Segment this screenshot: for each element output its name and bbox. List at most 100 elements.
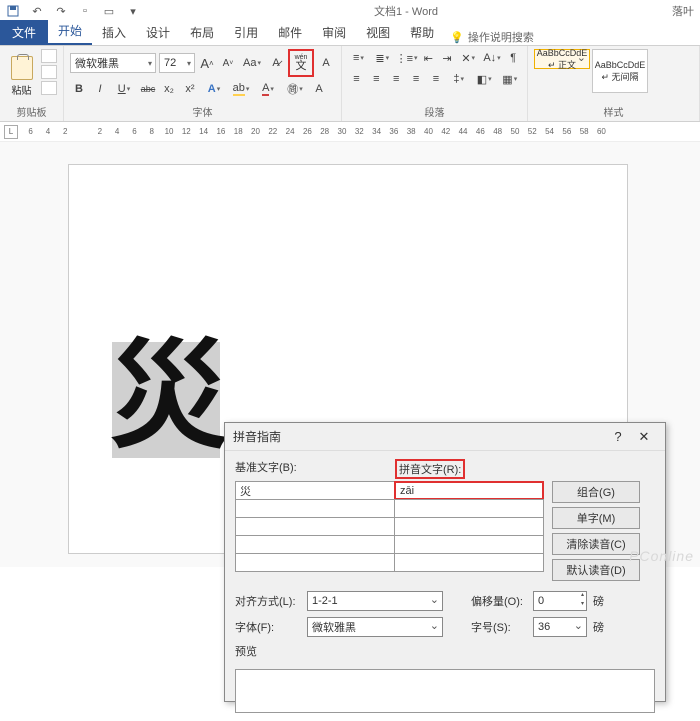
- tell-me-search[interactable]: 💡 操作说明搜索: [450, 29, 534, 45]
- document-area: 災 拼音指南 ? ✕ 基准文字(B): 拼音文字(R): 災: [0, 142, 700, 567]
- borders-button[interactable]: ▦▾: [498, 70, 521, 88]
- cut-icon[interactable]: [41, 49, 57, 63]
- bold-button[interactable]: B: [70, 80, 88, 98]
- superscript-button[interactable]: x²: [181, 80, 199, 98]
- grow-font-button[interactable]: A˄: [198, 54, 216, 72]
- ruby-text-label: 拼音文字(R):: [399, 464, 461, 476]
- phonetic-guide-button[interactable]: wén 文: [292, 51, 310, 75]
- phonetic-guide-dialog: 拼音指南 ? ✕ 基准文字(B): 拼音文字(R): 災 zāi: [224, 422, 666, 702]
- base-text-input-4[interactable]: [235, 535, 395, 554]
- tab-review[interactable]: 审阅: [312, 20, 356, 45]
- clear-format-button[interactable]: A̷: [267, 54, 285, 72]
- group-label-paragraph: 段落: [342, 104, 527, 119]
- single-button[interactable]: 单字(M): [552, 507, 640, 529]
- group-label-clipboard: 剪贴板: [0, 104, 63, 119]
- base-text-input-5[interactable]: [235, 553, 395, 572]
- ribbon: 粘贴 剪贴板 微软雅黑 72 A˄ A˅ Aa▾ A̷ wén: [0, 46, 700, 122]
- offset-input[interactable]: 0: [533, 591, 587, 611]
- paste-label: 粘贴: [12, 82, 32, 97]
- qat-icon[interactable]: ▫: [78, 4, 92, 18]
- qat-icon[interactable]: ▭: [102, 4, 116, 18]
- line-spacing-button[interactable]: ‡▾: [447, 70, 470, 88]
- align-left-button[interactable]: ≡: [348, 70, 365, 88]
- multilevel-button[interactable]: ⋮≡▾: [396, 49, 418, 67]
- tab-references[interactable]: 引用: [224, 20, 268, 45]
- tab-layout[interactable]: 布局: [180, 20, 224, 45]
- change-case-button[interactable]: Aa▾: [240, 54, 264, 72]
- group-label-styles: 样式: [528, 104, 699, 119]
- style-preview: AaBbCcDdE: [595, 60, 646, 70]
- decrease-indent-button[interactable]: ⇤: [421, 49, 437, 67]
- base-text-input-3[interactable]: [235, 517, 395, 536]
- size-select[interactable]: 36: [533, 617, 587, 637]
- user-name: 落叶: [672, 3, 694, 19]
- undo-icon[interactable]: ↶: [30, 4, 44, 18]
- strike-button[interactable]: abc: [139, 80, 157, 98]
- alignment-select[interactable]: 1-2-1: [307, 591, 443, 611]
- asian-layout-button[interactable]: ✕▾: [458, 49, 479, 67]
- numbering-button[interactable]: ≣▾: [372, 49, 393, 67]
- default-reading-button[interactable]: 默认读音(D): [552, 559, 640, 581]
- clear-reading-button[interactable]: 清除读音(C): [552, 533, 640, 555]
- tab-design[interactable]: 设计: [136, 20, 180, 45]
- group-label-font: 字体: [64, 104, 341, 119]
- shrink-font-button[interactable]: A˅: [219, 54, 237, 72]
- increase-indent-button[interactable]: ⇥: [439, 49, 455, 67]
- font-label: 字体(F):: [235, 619, 301, 635]
- justify-button[interactable]: ≡: [408, 70, 425, 88]
- base-text-input-2[interactable]: [235, 499, 395, 518]
- tab-help[interactable]: 帮助: [400, 20, 444, 45]
- style-name: ↵ 无间隔: [601, 70, 638, 83]
- dialog-titlebar[interactable]: 拼音指南 ? ✕: [225, 423, 665, 451]
- tab-selector[interactable]: L: [4, 125, 18, 139]
- shading-button[interactable]: ◧▾: [473, 70, 496, 88]
- save-icon[interactable]: [6, 4, 20, 18]
- highlight-button[interactable]: ab▾: [229, 80, 253, 98]
- ruby-text-input-5[interactable]: [394, 553, 544, 572]
- subscript-button[interactable]: x₂: [160, 80, 178, 98]
- char-border-button[interactable]: A: [317, 54, 335, 72]
- underline-button[interactable]: U▾: [112, 80, 136, 98]
- tab-home[interactable]: 开始: [48, 18, 92, 45]
- copy-icon[interactable]: [41, 65, 57, 79]
- style-normal[interactable]: AaBbCcDdE ↵ 正文: [534, 49, 590, 69]
- dialog-close-button[interactable]: ✕: [631, 429, 657, 445]
- distribute-button[interactable]: ≡: [428, 70, 445, 88]
- tab-mailings[interactable]: 邮件: [268, 20, 312, 45]
- title-bar: ↶ ↷ ▫ ▭ ▾ 文档1 - Word 落叶: [0, 0, 700, 22]
- phonetic-guide-button-highlight: wén 文: [288, 49, 314, 77]
- redo-icon[interactable]: ↷: [54, 4, 68, 18]
- dialog-title: 拼音指南: [233, 428, 281, 445]
- ruby-text-input-3[interactable]: [394, 517, 544, 536]
- align-right-button[interactable]: ≡: [388, 70, 405, 88]
- tab-file[interactable]: 文件: [0, 20, 48, 45]
- ruby-text-input-2[interactable]: [394, 499, 544, 518]
- ruby-text-input-4[interactable]: [394, 535, 544, 554]
- char-shading-button[interactable]: A: [310, 80, 328, 98]
- ribbon-tabs: 文件 开始 插入 设计 布局 引用 邮件 审阅 视图 帮助 💡 操作说明搜索: [0, 22, 700, 46]
- italic-button[interactable]: I: [91, 80, 109, 98]
- sort-button[interactable]: A↓▾: [482, 49, 503, 67]
- text-effects-button[interactable]: A▾: [202, 80, 226, 98]
- dialog-help-button[interactable]: ?: [605, 429, 631, 444]
- bullets-button[interactable]: ≡▾: [348, 49, 369, 67]
- tab-view[interactable]: 视图: [356, 20, 400, 45]
- show-marks-button[interactable]: ¶: [505, 49, 521, 67]
- font-size-combo[interactable]: 72: [159, 53, 195, 73]
- base-text-input-1[interactable]: 災: [235, 481, 395, 500]
- group-button[interactable]: 组合(G): [552, 481, 640, 503]
- align-center-button[interactable]: ≡: [368, 70, 385, 88]
- font-name-combo[interactable]: 微软雅黑: [70, 53, 156, 73]
- tell-me-label: 操作说明搜索: [468, 29, 534, 45]
- document-char: 災: [110, 338, 228, 456]
- qat-dropdown-icon[interactable]: ▾: [126, 4, 140, 18]
- font-color-button[interactable]: A▾: [256, 80, 280, 98]
- style-no-spacing[interactable]: AaBbCcDdE ↵ 无间隔: [592, 49, 648, 93]
- paste-button[interactable]: 粘贴: [6, 49, 37, 103]
- tab-insert[interactable]: 插入: [92, 20, 136, 45]
- font-select[interactable]: 微软雅黑: [307, 617, 443, 637]
- enclose-char-button[interactable]: ㉄▾: [283, 80, 307, 98]
- ruby-text-input-1[interactable]: zāi: [394, 481, 544, 500]
- phonetic-char-label: 文: [296, 61, 307, 72]
- format-painter-icon[interactable]: [41, 81, 57, 95]
